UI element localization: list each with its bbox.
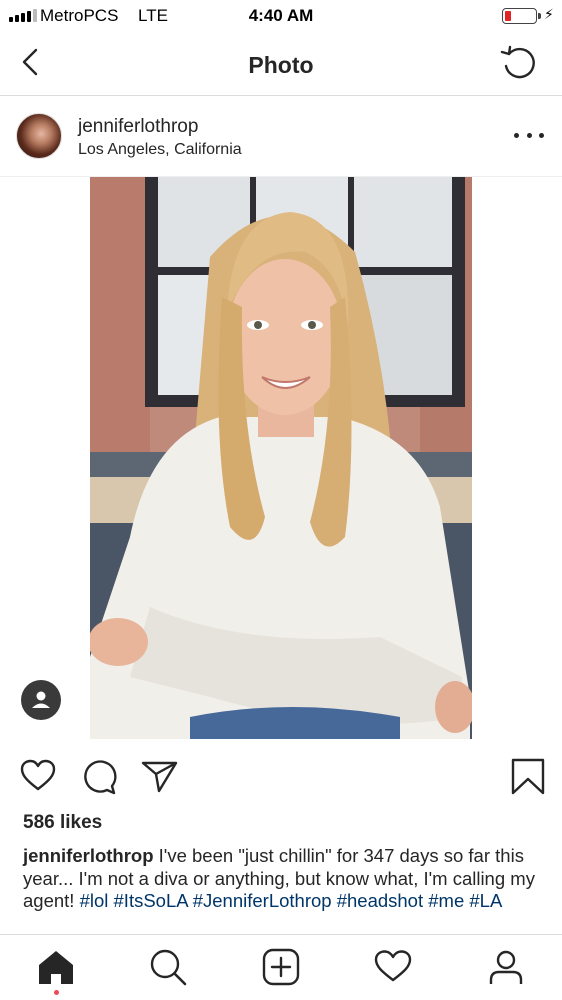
back-button[interactable] — [14, 44, 50, 80]
search-icon — [150, 949, 187, 986]
tab-search[interactable] — [148, 947, 188, 987]
bookmark-icon — [511, 758, 545, 795]
post-photo[interactable] — [90, 177, 472, 739]
more-options-button[interactable] — [514, 127, 544, 143]
likes-count[interactable]: 586 likes — [23, 812, 102, 834]
profile-icon — [489, 950, 523, 984]
home-icon — [39, 951, 73, 984]
avatar[interactable] — [16, 113, 62, 159]
portrait-illustration — [90, 177, 472, 739]
tab-profile[interactable] — [486, 947, 526, 987]
status-bar: MetroPCS LTE 4:40 AM ⚡ — [0, 0, 562, 32]
battery-tip — [538, 13, 541, 19]
tab-home[interactable] — [36, 947, 76, 987]
activity-heart-icon — [374, 950, 412, 982]
app-header: Photo — [0, 32, 562, 96]
status-time: 4:40 AM — [248, 6, 314, 25]
caption-username[interactable]: jenniferlothrop — [23, 845, 154, 866]
tagged-people-button[interactable] — [21, 680, 61, 720]
post-header: jenniferlothrop Los Angeles, California — [0, 97, 562, 177]
post-caption: jenniferlothrop I've been "just chillin"… — [23, 845, 547, 913]
caption-hashtags[interactable]: #lol #ItsSoLA #JenniferLothrop #headshot… — [80, 890, 503, 911]
post-actions — [0, 752, 562, 800]
page-title: Photo — [248, 52, 314, 78]
tab-activity[interactable] — [373, 947, 413, 987]
person-tag-icon — [32, 691, 50, 708]
send-icon — [141, 761, 178, 793]
comment-button[interactable] — [79, 756, 119, 796]
more-horizontal-icon — [514, 132, 519, 138]
like-button[interactable] — [18, 756, 58, 796]
post-username[interactable]: jenniferlothrop — [78, 116, 198, 138]
comment-icon — [84, 760, 117, 795]
tab-new-post[interactable] — [261, 947, 301, 987]
heart-icon — [20, 759, 56, 791]
add-post-icon — [262, 948, 300, 986]
battery-icon — [502, 8, 537, 24]
bottom-tab-bar — [0, 934, 562, 1000]
chevron-left-icon — [22, 48, 38, 76]
refresh-icon — [500, 45, 535, 79]
post-location[interactable]: Los Angeles, California — [78, 141, 242, 159]
refresh-button[interactable] — [498, 42, 540, 84]
notification-dot — [54, 990, 59, 995]
share-button[interactable] — [140, 756, 180, 796]
save-button[interactable] — [508, 756, 548, 796]
charging-bolt-icon: ⚡ — [544, 6, 554, 22]
